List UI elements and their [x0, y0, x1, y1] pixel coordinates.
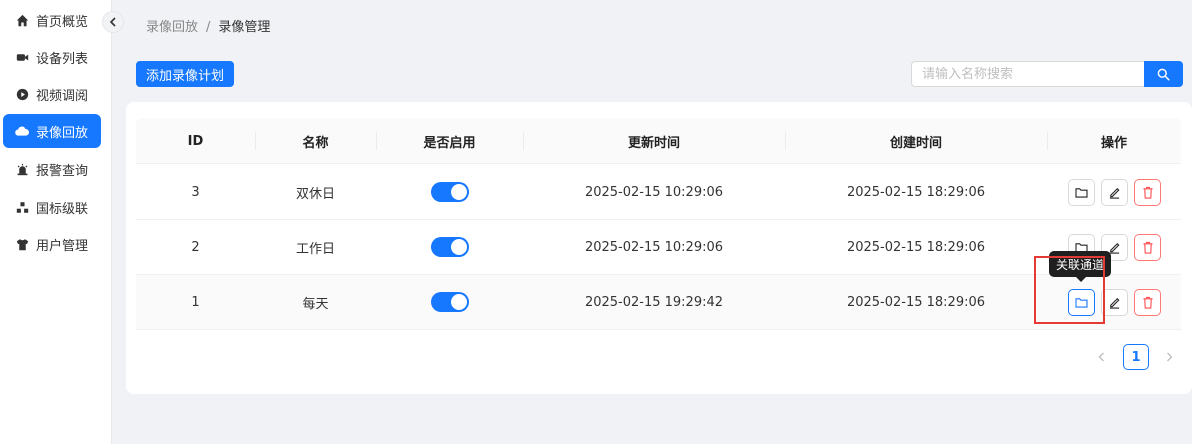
table-row: 3 双休日 2025-02-15 10:29:06 2025-02-15 18:… — [136, 165, 1181, 220]
breadcrumb-parent[interactable]: 录像回放 — [146, 20, 198, 35]
sidebar-item-label: 报警查询 — [36, 163, 89, 179]
sidebar-item-home[interactable]: 首页概览 — [3, 3, 101, 37]
search-icon — [1157, 68, 1170, 81]
cluster-icon — [15, 200, 29, 214]
cell-id: 1 — [191, 294, 200, 310]
edit-button[interactable] — [1101, 289, 1128, 316]
sidebar-item-playback[interactable]: 录像回放 — [3, 114, 101, 148]
pagination-page[interactable]: 1 — [1123, 344, 1149, 370]
folder-icon — [1075, 297, 1088, 308]
delete-button[interactable] — [1134, 179, 1161, 206]
cell-enabled — [376, 165, 523, 219]
shirt-icon — [15, 237, 29, 251]
sidebar-item-label: 录像回放 — [36, 125, 89, 141]
chevron-left-icon — [1098, 352, 1105, 362]
column-header-actions: 操作 — [1100, 135, 1127, 151]
cell-created: 2025-02-15 18:29:06 — [846, 184, 986, 200]
edit-button[interactable] — [1101, 179, 1128, 206]
sidebar-item-cascade[interactable]: 国标级联 — [3, 190, 101, 224]
cloud-icon — [15, 124, 29, 138]
cell-name: 工作日 — [295, 241, 335, 257]
enabled-toggle[interactable] — [430, 292, 469, 312]
folder-icon — [1075, 187, 1088, 198]
cell-name: 双休日 — [295, 186, 335, 202]
camera-icon — [15, 50, 29, 64]
breadcrumb-current: 录像管理 — [218, 20, 271, 35]
table-row: 1 每天 2025-02-15 19:29:42 2025-02-15 18:2… — [136, 275, 1181, 330]
cell-id: 2 — [191, 239, 200, 255]
breadcrumb: 录像回放 / 录像管理 — [146, 16, 270, 35]
cell-updated: 2025-02-15 10:29:06 — [584, 239, 724, 255]
play-circle-icon — [15, 87, 29, 101]
link-channel-button[interactable] — [1068, 289, 1095, 316]
column-header-enabled: 是否启用 — [423, 135, 476, 151]
cell-updated: 2025-02-15 10:29:06 — [584, 184, 724, 200]
sidebar: 首页概览 设备列表 视频调阅 录像回放 报警查询 国标级联 用户管理 — [0, 0, 112, 444]
column-header-updated: 更新时间 — [627, 135, 680, 151]
column-header-name: 名称 — [302, 135, 329, 151]
pagination-prev-button[interactable] — [1089, 344, 1113, 370]
home-icon — [15, 13, 29, 27]
table-row: 2 工作日 2025-02-15 10:29:06 2025-02-15 18:… — [136, 220, 1181, 275]
delete-icon — [1142, 186, 1154, 199]
edit-icon — [1108, 186, 1121, 199]
pagination-next-button[interactable] — [1157, 344, 1181, 370]
breadcrumb-separator: / — [206, 20, 211, 35]
link-channel-tooltip: 关联通道 — [1049, 251, 1111, 282]
cell-updated: 2025-02-15 19:29:42 — [584, 294, 724, 310]
edit-icon — [1108, 296, 1121, 309]
delete-icon — [1142, 241, 1154, 254]
add-record-plan-button[interactable]: 添加录像计划 — [136, 61, 234, 87]
search-button[interactable] — [1144, 61, 1183, 87]
enabled-toggle[interactable] — [430, 182, 469, 202]
sidebar-item-label: 视频调阅 — [36, 88, 89, 104]
sidebar-item-alarm[interactable]: 报警查询 — [3, 152, 101, 186]
alarm-icon — [15, 162, 29, 176]
sidebar-item-users[interactable]: 用户管理 — [3, 227, 101, 261]
sidebar-item-label: 设备列表 — [36, 51, 89, 67]
sidebar-item-label: 国标级联 — [36, 201, 89, 217]
sidebar-item-video[interactable]: 视频调阅 — [3, 77, 101, 111]
enabled-toggle[interactable] — [430, 237, 469, 257]
cell-enabled — [376, 275, 523, 329]
delete-icon — [1142, 296, 1154, 309]
search-input[interactable] — [911, 61, 1145, 87]
chevron-right-icon — [1166, 352, 1173, 362]
delete-button[interactable] — [1134, 234, 1161, 261]
cell-enabled — [376, 220, 523, 274]
table-header: ID 名称 是否启用 更新时间 创建时间 操作 — [136, 118, 1181, 164]
delete-button[interactable] — [1134, 289, 1161, 316]
sidebar-collapse-button[interactable] — [102, 11, 124, 33]
sidebar-item-label: 首页概览 — [36, 14, 89, 30]
cell-created: 2025-02-15 18:29:06 — [846, 294, 986, 310]
link-channel-button[interactable] — [1068, 179, 1095, 206]
sidebar-item-devices[interactable]: 设备列表 — [3, 40, 101, 74]
sidebar-item-label: 用户管理 — [36, 238, 89, 254]
cell-created: 2025-02-15 18:29:06 — [846, 239, 986, 255]
column-header-id: ID — [187, 133, 204, 149]
cell-name: 每天 — [302, 296, 329, 312]
chevron-left-icon — [109, 17, 117, 27]
column-header-created: 创建时间 — [889, 135, 942, 151]
cell-id: 3 — [191, 184, 200, 200]
